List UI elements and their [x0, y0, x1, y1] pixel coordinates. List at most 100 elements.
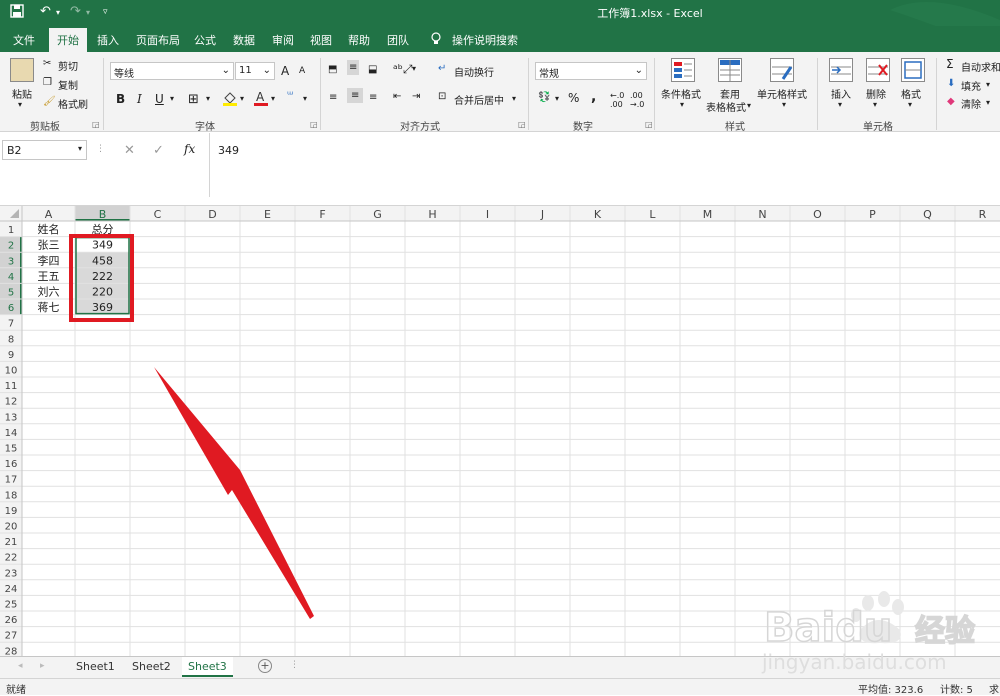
- row-header-20[interactable]: 20: [5, 522, 18, 533]
- tab-file[interactable]: 文件: [13, 32, 35, 48]
- shrink-font-button[interactable]: A: [299, 66, 305, 76]
- font-launcher-icon[interactable]: ◲: [310, 120, 318, 129]
- column-header-a[interactable]: A: [45, 208, 53, 221]
- column-header-n[interactable]: N: [758, 208, 766, 221]
- row-header-16[interactable]: 16: [5, 459, 18, 470]
- fill-button[interactable]: 填充: [961, 78, 981, 93]
- clipboard-launcher-icon[interactable]: ◲: [92, 120, 100, 129]
- increase-indent-icon[interactable]: ⇥: [412, 91, 420, 102]
- insert-cells-button[interactable]: 插入: [831, 86, 851, 101]
- phonetic-icon[interactable]: ᵚ: [287, 90, 293, 101]
- tab-data[interactable]: 数据: [233, 32, 255, 48]
- format-dropdown-icon[interactable]: ▾: [908, 100, 912, 109]
- row-header-3[interactable]: 3: [8, 256, 14, 267]
- align-left-icon[interactable]: ≡: [329, 92, 337, 103]
- italic-button[interactable]: I: [137, 92, 142, 106]
- conditional-formatting-button[interactable]: 条件格式: [661, 86, 701, 101]
- column-header-f[interactable]: F: [319, 208, 325, 221]
- column-header-i[interactable]: I: [486, 208, 489, 221]
- scroll-left-icon[interactable]: ◂: [18, 661, 23, 671]
- cell-styles-dropdown-icon[interactable]: ▾: [782, 100, 786, 109]
- column-header-h[interactable]: H: [428, 208, 436, 221]
- row-header-23[interactable]: 23: [5, 568, 18, 579]
- format-as-table-icon[interactable]: [718, 58, 742, 82]
- format-painter-icon[interactable]: 🖌: [43, 96, 56, 107]
- row-header-8[interactable]: 8: [8, 334, 14, 345]
- decrease-decimal-icon[interactable]: .00 →.0: [630, 91, 644, 109]
- clear-dropdown-icon[interactable]: ▾: [986, 98, 990, 107]
- tab-page-layout[interactable]: 页面布局: [136, 32, 180, 48]
- delete-cells-icon[interactable]: [866, 58, 890, 82]
- fill-icon[interactable]: ⬇: [947, 78, 955, 89]
- grow-font-button[interactable]: A: [281, 64, 289, 78]
- tab-view[interactable]: 视图: [310, 32, 332, 48]
- cell-styles-icon[interactable]: [770, 58, 794, 82]
- row-header-2[interactable]: 2: [8, 241, 14, 252]
- scroll-right-icon[interactable]: ▸: [40, 661, 45, 671]
- row-header-10[interactable]: 10: [5, 366, 18, 377]
- table-dropdown-icon[interactable]: ▾: [747, 101, 751, 110]
- font-name-combo[interactable]: 等线 ⌄: [110, 62, 234, 80]
- delete-cells-button[interactable]: 删除: [866, 86, 886, 101]
- autosum-button[interactable]: 自动求和: [961, 59, 1000, 74]
- conditional-dropdown-icon[interactable]: ▾: [680, 100, 684, 109]
- enter-formula-button[interactable]: ✓: [153, 143, 164, 158]
- orientation-dropdown-icon[interactable]: ▾: [412, 64, 416, 73]
- row-header-7[interactable]: 7: [8, 319, 14, 330]
- row-header-9[interactable]: 9: [8, 350, 14, 361]
- row-header-12[interactable]: 12: [5, 397, 18, 408]
- cancel-formula-button[interactable]: ✕: [124, 143, 135, 158]
- percent-button[interactable]: %: [568, 91, 579, 105]
- column-header-k[interactable]: K: [594, 208, 602, 221]
- sheet-tab-sheet3[interactable]: Sheet3: [182, 657, 233, 677]
- tab-review[interactable]: 审阅: [272, 32, 294, 48]
- format-cells-icon[interactable]: [901, 58, 925, 82]
- increase-decimal-icon[interactable]: ←.0.00: [610, 91, 624, 109]
- fill-color-dropdown-icon[interactable]: ▾: [240, 94, 244, 103]
- format-cells-button[interactable]: 格式: [901, 86, 921, 101]
- row-header-13[interactable]: 13: [5, 412, 18, 423]
- row-header-14[interactable]: 14: [5, 428, 18, 439]
- row-header-5[interactable]: 5: [8, 288, 14, 299]
- row-header-4[interactable]: 4: [8, 272, 14, 283]
- cut-button[interactable]: 剪切: [58, 58, 78, 73]
- clear-button[interactable]: 清除: [961, 96, 981, 111]
- phonetic-dropdown-icon[interactable]: ▾: [303, 94, 307, 103]
- name-box[interactable]: B2 ▾: [2, 140, 87, 160]
- column-header-o[interactable]: O: [813, 208, 822, 221]
- autosum-icon[interactable]: Σ: [946, 57, 954, 71]
- cell-a2[interactable]: 张三: [38, 239, 60, 252]
- font-color-dropdown-icon[interactable]: ▾: [271, 94, 275, 103]
- insert-function-button[interactable]: fx: [184, 142, 195, 156]
- paste-button[interactable]: 粘贴: [12, 86, 32, 101]
- accounting-dropdown-icon[interactable]: ▾: [555, 94, 559, 103]
- row-header-21[interactable]: 21: [5, 537, 18, 548]
- tab-team[interactable]: 团队: [387, 32, 409, 48]
- row-header-22[interactable]: 22: [5, 553, 18, 564]
- row-header-27[interactable]: 27: [5, 631, 18, 642]
- column-header-p[interactable]: P: [869, 208, 876, 221]
- tab-home[interactable]: 开始: [49, 28, 87, 52]
- column-header-r[interactable]: R: [979, 208, 987, 221]
- cell-a5[interactable]: 刘六: [38, 286, 60, 299]
- cell-styles-button[interactable]: 单元格样式: [757, 86, 807, 101]
- accounting-format-icon[interactable]: 💱: [538, 92, 550, 103]
- tell-me-search[interactable]: 操作说明搜索: [452, 32, 518, 48]
- align-center-icon[interactable]: ≡: [347, 88, 364, 103]
- lightbulb-icon[interactable]: [430, 32, 442, 49]
- column-header-j[interactable]: J: [540, 208, 544, 221]
- tab-help[interactable]: 帮助: [348, 32, 370, 48]
- row-header-6[interactable]: 6: [8, 303, 14, 314]
- cell-a4[interactable]: 王五: [38, 270, 60, 283]
- column-header-q[interactable]: Q: [923, 208, 932, 221]
- underline-dropdown-icon[interactable]: ▾: [170, 94, 174, 103]
- copy-button[interactable]: 复制: [58, 77, 78, 92]
- formula-input[interactable]: 349: [209, 133, 1000, 197]
- align-bottom-icon[interactable]: ⬓: [368, 64, 377, 75]
- row-header-15[interactable]: 15: [5, 444, 18, 455]
- row-header-25[interactable]: 25: [5, 600, 18, 611]
- clear-icon[interactable]: ◆: [947, 96, 955, 107]
- column-header-e[interactable]: E: [264, 208, 271, 221]
- sheet-tab-sheet1[interactable]: Sheet1: [70, 657, 121, 677]
- bold-button[interactable]: B: [116, 92, 125, 106]
